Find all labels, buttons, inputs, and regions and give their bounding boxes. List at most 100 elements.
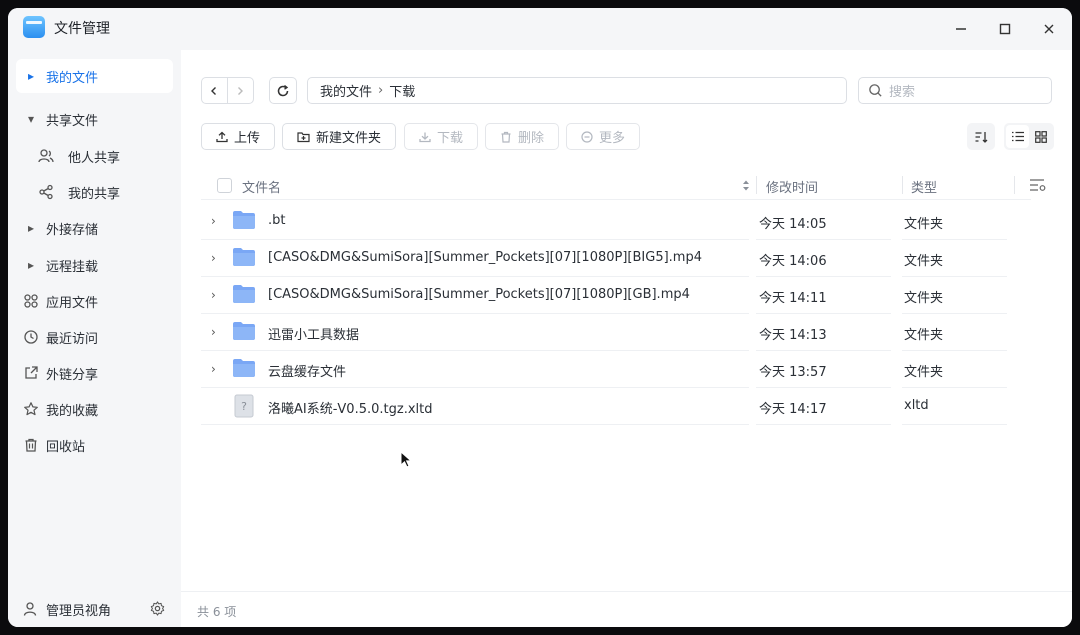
- new-folder-label: 新建文件夹: [315, 131, 381, 146]
- file-modified: 今天 14:05: [759, 217, 827, 232]
- users-icon: [38, 148, 68, 164]
- table-row[interactable]: › 迅雷小工具数据 今天 14:13 文件夹: [201, 314, 1011, 351]
- item-count: 共 6 项: [197, 605, 237, 619]
- window-title: 文件管理: [54, 21, 110, 37]
- upload-icon: [216, 131, 228, 142]
- table-row[interactable]: › .bt 今天 14:05 文件夹: [201, 203, 1011, 240]
- history-nav: [201, 77, 254, 104]
- row-divider: [201, 424, 749, 425]
- sidebar-item-label: 应用文件: [46, 295, 99, 311]
- refresh-button[interactable]: [269, 77, 297, 104]
- table-row[interactable]: › [CASO&DMG&SumiSora][Summer_Pockets][07…: [201, 277, 1011, 314]
- sidebar-item-external-storage[interactable]: ▸ 外接存储: [16, 211, 173, 245]
- column-header-type[interactable]: 类型: [911, 177, 937, 196]
- list-view-button[interactable]: [1006, 125, 1029, 148]
- more-icon: [581, 130, 593, 143]
- close-icon: [1044, 24, 1054, 34]
- file-name: 迅雷小工具数据: [268, 328, 360, 343]
- table-row[interactable]: › 云盘缓存文件 今天 13:57 文件夹: [201, 351, 1011, 388]
- sidebar-item-label: 他人共享: [68, 150, 121, 166]
- column-header-name[interactable]: 文件名: [242, 177, 281, 196]
- sidebar-item-recent[interactable]: 最近访问: [16, 320, 173, 354]
- sidebar-item-external-share[interactable]: 外链分享: [16, 356, 173, 390]
- refresh-icon: [277, 84, 289, 96]
- column-divider: [1014, 176, 1015, 194]
- share-icon: [38, 184, 68, 200]
- file-modified: 今天 14:11: [759, 291, 827, 306]
- minimize-icon: [956, 28, 966, 30]
- breadcrumb-separator: ›: [378, 83, 384, 98]
- expand-chevron-icon[interactable]: ›: [211, 362, 216, 376]
- folder-icon: [233, 359, 255, 377]
- sidebar-item-shared-with-me[interactable]: 他人共享: [38, 139, 173, 173]
- sidebar-item-remote-mount[interactable]: ▸ 远程挂载: [16, 248, 173, 282]
- delete-label: 删除: [517, 131, 544, 146]
- expand-chevron-icon[interactable]: ›: [211, 214, 216, 228]
- delete-button[interactable]: 删除: [485, 123, 559, 150]
- file-name: 洛曦AI系统-V0.5.0.tgz.xltd: [268, 402, 433, 417]
- table-row[interactable]: › [CASO&DMG&SumiSora][Summer_Pockets][07…: [201, 240, 1011, 277]
- expand-chevron-icon[interactable]: ›: [211, 325, 216, 339]
- select-all-checkbox[interactable]: [217, 178, 232, 193]
- close-button[interactable]: [1037, 17, 1061, 41]
- table-header: 文件名 修改时间 类型: [201, 170, 1031, 200]
- search-input[interactable]: 搜索: [858, 77, 1052, 104]
- admin-view-bar: 管理员视角: [8, 591, 181, 627]
- sort-button[interactable]: [967, 123, 995, 150]
- sidebar-item-app-files[interactable]: 应用文件: [16, 284, 173, 318]
- maximize-button[interactable]: [993, 17, 1017, 41]
- table-row[interactable]: ? 洛曦AI系统-V0.5.0.tgz.xltd 今天 14:17 xltd: [201, 388, 1011, 425]
- sort-toggle-icon[interactable]: [742, 179, 750, 192]
- sidebar-item-label: 外链分享: [46, 367, 99, 383]
- app-logo-icon: [23, 16, 45, 38]
- caret-right-icon: ▸: [27, 69, 35, 83]
- file-modified: 今天 13:57: [759, 365, 827, 380]
- file-type: xltd: [904, 398, 929, 413]
- new-folder-button[interactable]: 新建文件夹: [282, 123, 396, 150]
- expand-chevron-icon[interactable]: ›: [211, 251, 216, 265]
- settings-gear-icon[interactable]: [150, 601, 165, 620]
- breadcrumb-item-downloads[interactable]: 下载: [389, 81, 415, 100]
- upload-button[interactable]: 上传: [201, 123, 275, 150]
- sidebar: ▸ 我的文件 ▾ 共享文件 他人共享 我的共享 ▸ 外接存储 ▸ 远程挂载 应用…: [8, 50, 181, 627]
- sidebar-item-label: 远程挂载: [46, 259, 99, 275]
- more-button[interactable]: 更多: [566, 123, 640, 150]
- download-button[interactable]: 下载: [404, 123, 478, 150]
- back-button[interactable]: [202, 78, 228, 103]
- sidebar-item-favorites[interactable]: 我的收藏: [16, 392, 173, 426]
- trash-icon: [501, 131, 511, 143]
- upload-label: 上传: [233, 131, 260, 146]
- column-settings-icon[interactable]: [1029, 178, 1047, 197]
- folder-icon: [233, 211, 255, 229]
- row-divider: [902, 424, 1007, 425]
- view-toggle: [1004, 123, 1054, 150]
- breadcrumb-item-my-files[interactable]: 我的文件: [320, 81, 372, 100]
- sidebar-item-label: 我的收藏: [46, 403, 99, 419]
- sidebar-item-recycle-bin[interactable]: 回收站: [16, 428, 173, 462]
- file-type: 文件夹: [904, 365, 944, 380]
- column-divider: [756, 176, 757, 194]
- chevron-right-icon: [238, 86, 244, 95]
- file-manager-window: 文件管理 ▸ 我的文件 ▾ 共享文件 他人共享 我的共享 ▸ 外接存储 ▸ 远程…: [8, 8, 1072, 627]
- grid-icon: [1034, 130, 1047, 143]
- svg-text:?: ?: [241, 400, 247, 413]
- file-modified: 今天 14:17: [759, 402, 827, 417]
- maximize-icon: [999, 23, 1011, 35]
- file-name: [CASO&DMG&SumiSora][Summer_Pockets][07][…: [268, 250, 702, 265]
- file-type: 文件夹: [904, 328, 944, 343]
- expand-chevron-icon[interactable]: ›: [211, 288, 216, 302]
- forward-button[interactable]: [228, 78, 253, 103]
- file-type: 文件夹: [904, 291, 944, 306]
- sidebar-item-shared-files[interactable]: ▾ 共享文件: [16, 102, 173, 136]
- file-type: 文件夹: [904, 217, 944, 232]
- grid-view-button[interactable]: [1029, 125, 1052, 148]
- star-icon: [16, 401, 46, 417]
- column-header-modified[interactable]: 修改时间: [766, 177, 818, 196]
- sidebar-item-my-files[interactable]: ▸ 我的文件: [16, 59, 173, 93]
- sidebar-item-my-shares[interactable]: 我的共享: [38, 175, 173, 209]
- admin-view-label: 管理员视角: [46, 603, 112, 619]
- minimize-button[interactable]: [949, 17, 973, 41]
- trash-icon: [16, 437, 46, 453]
- sidebar-item-label: 我的共享: [68, 186, 121, 202]
- mouse-cursor-icon: [400, 451, 412, 468]
